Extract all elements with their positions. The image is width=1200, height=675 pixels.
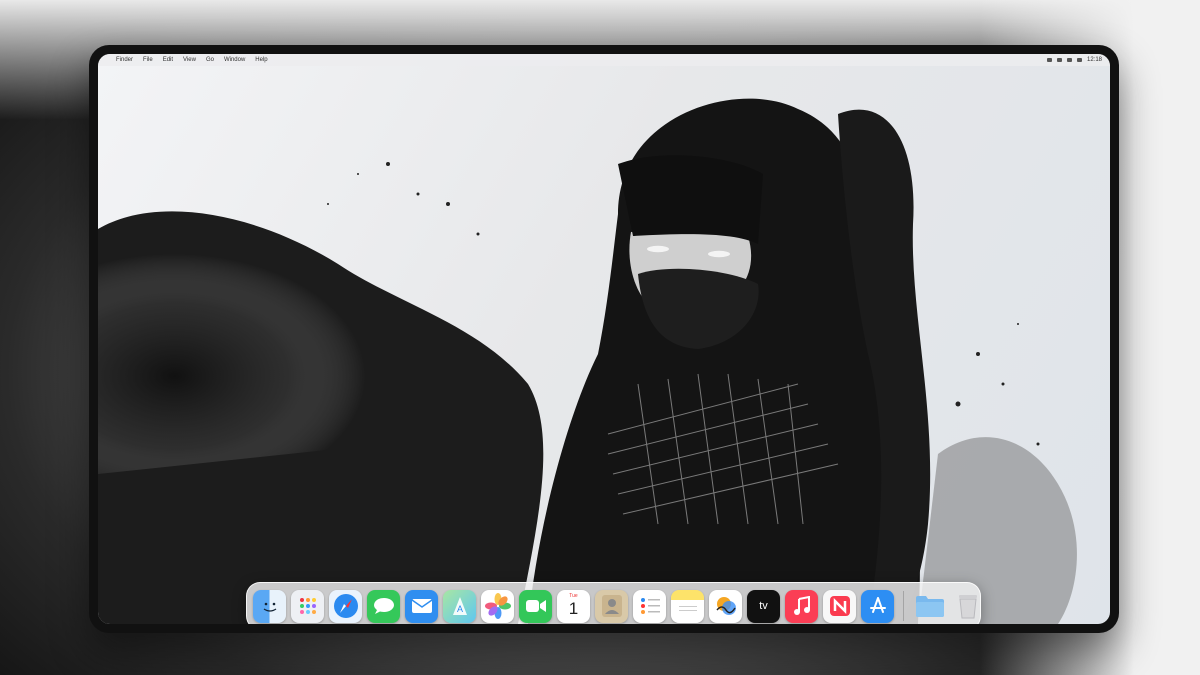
messages-icon[interactable] [367,589,400,623]
photos-icon[interactable] [481,589,514,623]
folder-icon[interactable] [913,590,946,623]
maps-icon[interactable]: A [443,589,476,623]
laptop-bezel: Finder File Edit View Go Window Help 12:… [89,45,1119,633]
contacts-icon[interactable] [595,589,628,623]
menu-view[interactable]: View [183,57,196,63]
battery-icon[interactable] [1046,58,1052,62]
dock-separator [903,591,904,621]
trash-icon[interactable] [951,590,984,623]
menu-go[interactable]: Go [206,57,214,63]
news-icon[interactable] [823,589,856,623]
dock: A Tue 1 tv [246,582,981,624]
music-icon[interactable] [785,589,818,623]
calendar-icon[interactable]: Tue 1 [557,589,590,623]
status-area: 12:18 [1046,57,1102,63]
svg-text:A: A [456,604,462,614]
notes-icon[interactable] [671,589,704,623]
launchpad-icon[interactable] [291,589,324,623]
tv-icon[interactable]: tv [747,589,780,623]
wifi-icon[interactable] [1056,58,1062,62]
reminders-icon[interactable] [633,589,666,623]
menubar-clock[interactable]: 12:18 [1087,57,1102,63]
freeform-icon[interactable] [709,589,742,623]
menu-help[interactable]: Help [255,57,267,63]
facetime-icon[interactable] [519,589,552,623]
search-icon[interactable] [1066,58,1072,62]
calendar-date: 1 [568,598,579,618]
finder-icon[interactable] [253,589,286,623]
mail-icon[interactable] [405,589,438,623]
control-center-icon[interactable] [1076,58,1082,62]
wallpaper [98,98,1077,624]
tv-label: tv [759,600,768,612]
menu-file[interactable]: File [143,57,153,63]
desktop-screen: Finder File Edit View Go Window Help 12:… [98,54,1110,624]
menu-edit[interactable]: Edit [163,57,173,63]
menu-finder[interactable]: Finder [116,57,133,63]
appstore-icon[interactable] [861,589,894,623]
menu-bar: Finder File Edit View Go Window Help 12:… [98,54,1110,66]
menu-window[interactable]: Window [224,57,245,63]
safari-icon[interactable] [329,589,362,623]
